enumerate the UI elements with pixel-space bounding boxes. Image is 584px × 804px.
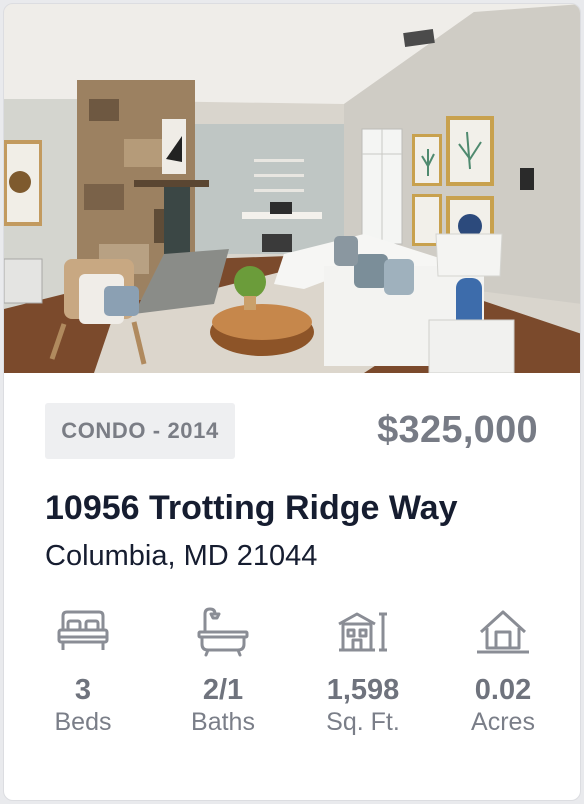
listing-price: $325,000	[377, 409, 538, 451]
stat-sqft: 1,598 Sq. Ft.	[293, 606, 433, 738]
listing-photo[interactable]	[4, 4, 581, 373]
stat-beds: 3 Beds	[13, 606, 153, 738]
baths-label: Baths	[191, 708, 255, 736]
property-type-badge: CONDO - 2014	[45, 403, 235, 459]
bathtub-icon	[197, 607, 249, 657]
street-address[interactable]: 10956 Trotting Ridge Way	[45, 489, 458, 528]
sqft-value: 1,598	[326, 674, 400, 706]
listing-card[interactable]: CONDO - 2014 $325,000 10956 Trotting Rid…	[3, 3, 581, 801]
beds-label: Beds	[54, 708, 112, 736]
bed-icon	[57, 610, 109, 650]
city-state-zip: Columbia, MD 21044	[45, 540, 318, 572]
stat-acres: 0.02 Acres	[433, 606, 573, 738]
stat-baths: 2/1 Baths	[153, 606, 293, 738]
sqft-label: Sq. Ft.	[326, 708, 400, 736]
building-icon	[338, 612, 387, 652]
house-icon	[477, 610, 529, 654]
baths-value: 2/1	[202, 674, 244, 706]
beds-value: 3	[74, 674, 92, 706]
acres-label: Acres	[471, 708, 535, 736]
acres-value: 0.02	[474, 674, 532, 706]
